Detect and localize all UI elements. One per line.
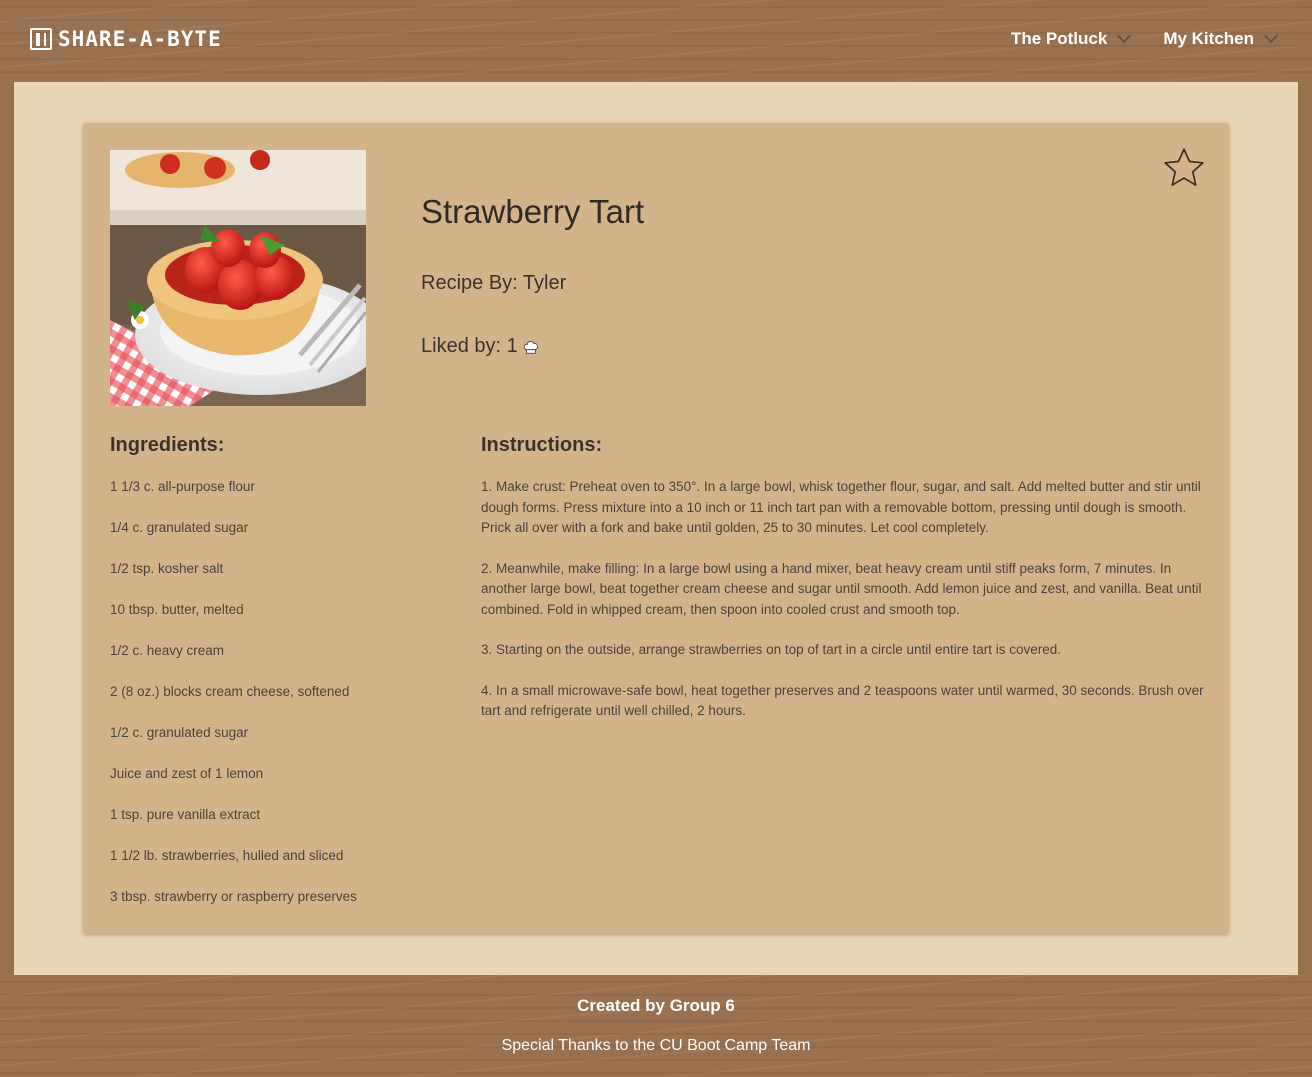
instruction-step: 4. In a small microwave-safe bowl, heat … bbox=[481, 682, 1204, 719]
recipe-author: Recipe By: Tyler bbox=[421, 272, 567, 294]
favorite-button[interactable] bbox=[1161, 145, 1207, 191]
ingredients-heading: Ingredients: bbox=[110, 434, 225, 456]
ingredient-item: 1/2 c. granulated sugar bbox=[110, 725, 249, 740]
recipe-card: Strawberry Tart Recipe By: Tyler Liked b… bbox=[83, 123, 1229, 934]
ingredient-item: Juice and zest of 1 lemon bbox=[110, 766, 264, 781]
ingredient-item: 1 1/3 c. all-purpose flour bbox=[110, 479, 255, 494]
chef-hat-icon bbox=[523, 340, 538, 354]
brand-name: SHARE-A-BYTE bbox=[58, 27, 222, 51]
instruction-step: 3. Starting on the outside, arrange stra… bbox=[481, 642, 1062, 657]
star-icon bbox=[1164, 148, 1204, 186]
instruction-step: 1. Make crust: Preheat oven to 350°. In … bbox=[481, 479, 1201, 535]
tart-photo-illustration bbox=[110, 150, 366, 406]
instructions-heading: Instructions: bbox=[481, 434, 603, 456]
ingredient-item: 1 tsp. pure vanilla extract bbox=[110, 807, 261, 822]
nav-the-potluck[interactable]: The Potluck bbox=[1010, 28, 1132, 49]
likes-count: Liked by: 1 bbox=[421, 335, 518, 357]
ingredients-list: 1 1/3 c. all-purpose flour 1/4 c. granul… bbox=[110, 477, 357, 928]
ingredient-item: 10 tbsp. butter, melted bbox=[110, 602, 244, 617]
brand-logo[interactable]: SHARE-A-BYTE bbox=[30, 27, 222, 51]
nav-my-kitchen[interactable]: My Kitchen bbox=[1163, 28, 1279, 49]
instruction-step: 2. Meanwhile, make filling: In a large b… bbox=[481, 560, 1202, 617]
utensils-logo-icon bbox=[30, 28, 52, 50]
recipe-title: Strawberry Tart bbox=[421, 193, 645, 230]
ingredient-item: 2 (8 oz.) blocks cream cheese, softened bbox=[110, 684, 350, 699]
footer-credit: Created by Group 6 bbox=[577, 996, 735, 1015]
ingredient-item: 1/2 tsp. kosher salt bbox=[110, 561, 224, 576]
top-navbar: SHARE-A-BYTE The Potluck My Kitchen bbox=[0, 0, 1312, 82]
ingredient-item: 1/2 c. heavy cream bbox=[110, 643, 225, 658]
ingredient-item: 3 tbsp. strawberry or raspberry preserve… bbox=[110, 889, 357, 904]
ingredient-item: 1 1/2 lb. strawberries, hulled and slice… bbox=[110, 848, 344, 863]
instructions-list: 1. Make crust: Preheat oven to 350°. In … bbox=[481, 477, 1206, 742]
footer-thanks: Special Thanks to the CU Boot Camp Team bbox=[501, 1037, 811, 1054]
recipe-likes: Liked by: 1 bbox=[421, 335, 540, 358]
strawberry-tart-photo bbox=[110, 150, 366, 406]
nav-the-potluck-label: The Potluck bbox=[1010, 29, 1108, 48]
page-footer: Created by Group 6 Special Thanks to the… bbox=[0, 975, 1312, 1077]
main-nav: The Potluck My Kitchen bbox=[1010, 28, 1279, 49]
ingredient-item: 1/4 c. granulated sugar bbox=[110, 520, 249, 535]
main-content: Strawberry Tart Recipe By: Tyler Liked b… bbox=[14, 82, 1298, 975]
nav-my-kitchen-label: My Kitchen bbox=[1163, 29, 1254, 48]
chevron-down-icon bbox=[1263, 28, 1279, 44]
chevron-down-icon bbox=[1117, 28, 1132, 44]
